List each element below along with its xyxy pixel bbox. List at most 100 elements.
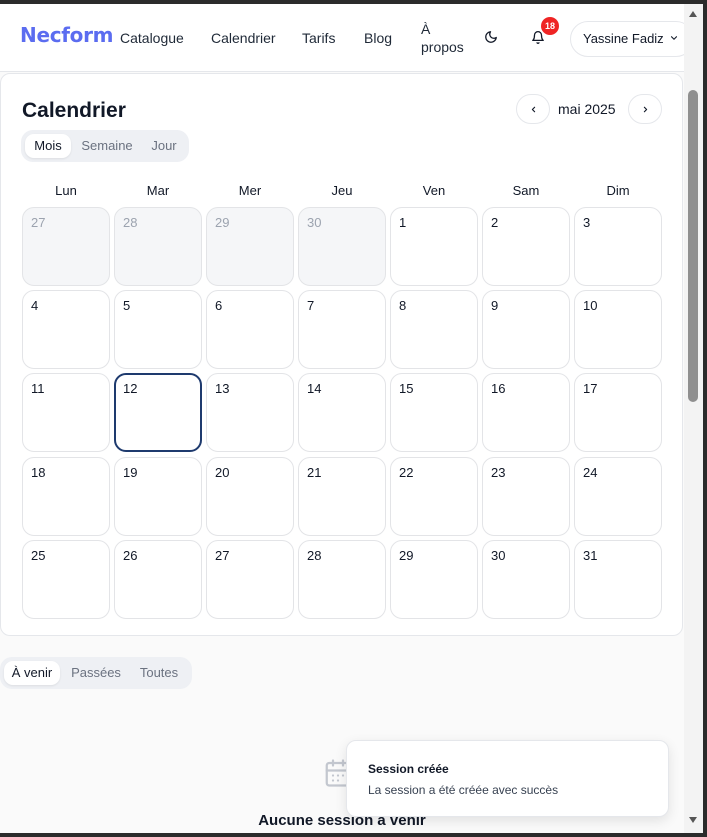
calendar-day[interactable]: 27 bbox=[206, 540, 294, 619]
calendar-day[interactable]: 31 bbox=[574, 540, 662, 619]
nav-calendrier[interactable]: Calendrier bbox=[211, 29, 276, 47]
day-number: 2 bbox=[491, 215, 499, 230]
scrollbar[interactable] bbox=[684, 4, 703, 833]
nav-a-propos[interactable]: À propos bbox=[421, 20, 464, 56]
nav-a-propos-line2: propos bbox=[421, 39, 464, 55]
filter-passees-tab[interactable]: Passées bbox=[64, 661, 128, 685]
day-number: 19 bbox=[123, 465, 138, 480]
calendar-day[interactable]: 18 bbox=[22, 457, 110, 536]
calendar-day[interactable]: 30 bbox=[298, 207, 386, 286]
calendar-day[interactable]: 3 bbox=[574, 207, 662, 286]
day-number: 20 bbox=[215, 465, 230, 480]
user-menu-button[interactable]: Yassine Fadiz bbox=[570, 21, 694, 57]
view-semaine-tab[interactable]: Semaine bbox=[75, 134, 139, 158]
filter-a-venir-tab[interactable]: À venir bbox=[4, 661, 60, 685]
nav-tarifs[interactable]: Tarifs bbox=[302, 29, 335, 47]
day-number: 29 bbox=[215, 215, 230, 230]
weekday-label: Jeu bbox=[331, 183, 353, 198]
view-switcher: Mois Semaine Jour bbox=[21, 130, 189, 162]
day-number: 18 bbox=[31, 465, 46, 480]
current-month-label: mai 2025 bbox=[558, 101, 616, 117]
day-number: 12 bbox=[123, 381, 138, 396]
day-number: 6 bbox=[215, 298, 223, 313]
calendar-day[interactable]: 6 bbox=[206, 290, 294, 369]
calendar-day[interactable]: 13 bbox=[206, 373, 294, 452]
theme-toggle-button[interactable] bbox=[484, 30, 498, 49]
day-number: 8 bbox=[399, 298, 407, 313]
calendar-day[interactable]: 10 bbox=[574, 290, 662, 369]
chevron-down-icon bbox=[670, 36, 678, 40]
day-number: 14 bbox=[307, 381, 322, 396]
day-number: 27 bbox=[215, 548, 230, 563]
calendar-day[interactable]: 19 bbox=[114, 457, 202, 536]
day-number: 13 bbox=[215, 381, 230, 396]
calendar-day[interactable]: 28 bbox=[298, 540, 386, 619]
calendar-day[interactable]: 8 bbox=[390, 290, 478, 369]
app-window: Necform Catalogue Calendrier Tarifs Blog… bbox=[0, 4, 703, 833]
calendar-day[interactable]: 14 bbox=[298, 373, 386, 452]
calendar-card: Calendrier mai 2025 Mois Semaine Jour Lu… bbox=[0, 73, 683, 636]
filter-toutes-tab[interactable]: Toutes bbox=[132, 661, 186, 685]
calendar-day[interactable]: 7 bbox=[298, 290, 386, 369]
calendar-day[interactable]: 11 bbox=[22, 373, 110, 452]
day-number: 31 bbox=[583, 548, 598, 563]
scroll-down-arrow-icon[interactable] bbox=[688, 816, 698, 824]
day-number: 22 bbox=[399, 465, 414, 480]
next-month-button[interactable] bbox=[628, 94, 662, 124]
previous-month-button[interactable] bbox=[516, 94, 550, 124]
nav-catalogue[interactable]: Catalogue bbox=[120, 29, 184, 47]
calendar-day[interactable]: 16 bbox=[482, 373, 570, 452]
weekday-label: Ven bbox=[422, 183, 446, 198]
scrollbar-thumb[interactable] bbox=[688, 90, 698, 402]
calendar-day[interactable]: 20 bbox=[206, 457, 294, 536]
toast-notification[interactable]: Session créée La session a été créée ave… bbox=[346, 740, 669, 817]
chevron-right-icon bbox=[643, 106, 648, 113]
day-number: 1 bbox=[399, 215, 407, 230]
day-number: 27 bbox=[31, 215, 46, 230]
top-navbar: Necform Catalogue Calendrier Tarifs Blog… bbox=[0, 4, 694, 72]
calendar-day[interactable]: 25 bbox=[22, 540, 110, 619]
calendar-day[interactable]: 5 bbox=[114, 290, 202, 369]
day-number: 16 bbox=[491, 381, 506, 396]
weekday-label: Sam bbox=[512, 183, 540, 198]
calendar-day[interactable]: 29 bbox=[206, 207, 294, 286]
day-number: 28 bbox=[123, 215, 138, 230]
moon-icon bbox=[485, 31, 497, 43]
calendar-day[interactable]: 28 bbox=[114, 207, 202, 286]
logo[interactable]: Necform bbox=[20, 23, 114, 47]
calendar-title: Calendrier bbox=[22, 99, 126, 122]
calendar-day[interactable]: 1 bbox=[390, 207, 478, 286]
user-name: Yassine Fadiz bbox=[583, 31, 664, 46]
day-number: 30 bbox=[307, 215, 322, 230]
day-number: 7 bbox=[307, 298, 315, 313]
view-jour-tab[interactable]: Jour bbox=[143, 134, 185, 158]
calendar-day[interactable]: 24 bbox=[574, 457, 662, 536]
notifications-button[interactable] bbox=[531, 30, 545, 50]
day-number: 11 bbox=[31, 381, 45, 396]
calendar-day[interactable]: 30 bbox=[482, 540, 570, 619]
calendar-day[interactable]: 21 bbox=[298, 457, 386, 536]
calendar-day[interactable]: 17 bbox=[574, 373, 662, 452]
view-mois-tab[interactable]: Mois bbox=[25, 134, 71, 158]
calendar-day[interactable]: 4 bbox=[22, 290, 110, 369]
calendar-day[interactable]: 26 bbox=[114, 540, 202, 619]
calendar-day[interactable]: 27 bbox=[22, 207, 110, 286]
scroll-up-arrow-icon[interactable] bbox=[688, 10, 698, 18]
day-number: 4 bbox=[31, 298, 39, 313]
toast-description: La session a été créée avec succès bbox=[368, 783, 559, 797]
weekday-label: Mar bbox=[146, 183, 170, 198]
calendar-day[interactable]: 23 bbox=[482, 457, 570, 536]
weekday-label: Lun bbox=[55, 183, 77, 198]
calendar-day[interactable]: 29 bbox=[390, 540, 478, 619]
calendar-day[interactable]: 15 bbox=[390, 373, 478, 452]
day-number: 28 bbox=[307, 548, 322, 563]
nav-a-propos-line1: À bbox=[421, 21, 431, 37]
day-number: 30 bbox=[491, 548, 506, 563]
calendar-day[interactable]: 2 bbox=[482, 207, 570, 286]
calendar-day[interactable]: 22 bbox=[390, 457, 478, 536]
calendar-day[interactable]: 9 bbox=[482, 290, 570, 369]
nav-blog[interactable]: Blog bbox=[364, 29, 392, 47]
weekday-label: Dim bbox=[606, 183, 630, 198]
calendar-day-today[interactable]: 12 bbox=[114, 373, 202, 452]
day-number: 10 bbox=[583, 298, 598, 313]
